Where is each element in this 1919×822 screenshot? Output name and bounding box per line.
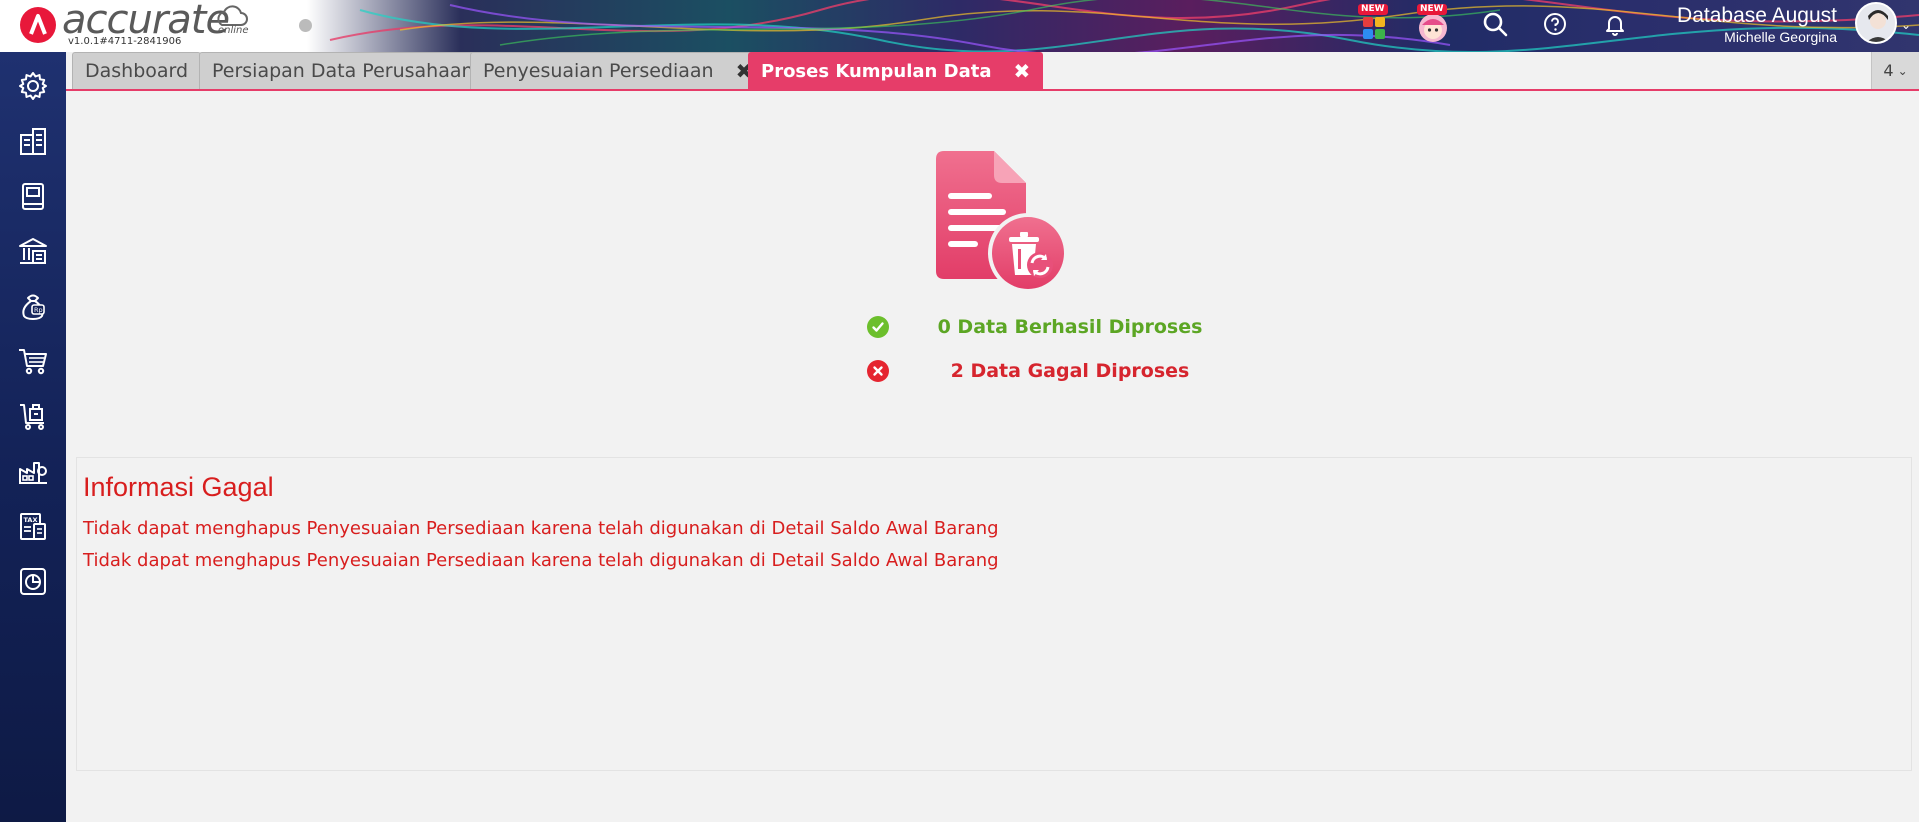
assistant-button[interactable]: NEW [1413,4,1453,44]
brand-logo[interactable]: accurate online v1.0.1#4711-2841906 [18,0,258,49]
tab-proses-kumpulan-data[interactable]: Proses Kumpulan Data ✖ [748,52,1044,89]
tab-persiapan-data-perusahaan[interactable]: Persiapan Data Perusahaan [199,52,487,89]
svg-text:Rp: Rp [34,306,43,314]
sidebar-item-sales[interactable] [13,341,53,381]
success-count-text: 0 Data Berhasil Diproses [937,316,1203,338]
sidebar-item-ledger[interactable] [13,176,53,216]
process-result-panel: 0 Data Berhasil Diproses 2 Data Gagal Di… [66,93,1919,822]
help-icon [1544,13,1566,35]
sidebar-item-company[interactable] [13,121,53,161]
check-circle-icon [867,316,889,338]
sidebar-item-manufacturing[interactable] [13,451,53,491]
sidebar-item-inventory[interactable] [13,396,53,436]
tab-label: Dashboard [85,60,189,82]
failure-info-title: Informasi Gagal [83,472,274,502]
sidebar-item-cash[interactable]: Rp [13,286,53,326]
failure-info-box: Informasi Gagal Tidak dapat menghapus Pe… [76,457,1912,771]
assistant-avatar-icon [1419,14,1447,42]
bell-icon [1606,16,1624,36]
new-badge: NEW [1417,4,1447,15]
success-result-row: 0 Data Berhasil Diproses [801,313,1251,341]
gear-icon [19,72,47,100]
cart-icon [19,349,47,375]
company-icon [20,128,46,155]
connection-status-dot [299,19,312,32]
sidebar: Rp TAX [0,52,66,822]
document-delete-icon [936,151,1068,293]
tab-dashboard[interactable]: Dashboard [72,52,202,89]
tab-label: Proses Kumpulan Data [761,60,992,82]
tab-bar: Dashboard Persiapan Data Perusahaan Peny… [66,52,1919,91]
search-button[interactable] [1475,4,1515,44]
apps-grid-icon [1363,17,1385,39]
failure-message: Tidak dapat menghapus Penyesuaian Persed… [83,518,999,539]
brand-mark-icon [20,7,56,43]
chevron-down-icon: ⌄ [1897,63,1908,78]
sidebar-item-settings[interactable] [13,66,53,106]
database-name[interactable]: Database August [1677,4,1837,28]
notification-button[interactable] [1595,4,1635,44]
tab-count-dropdown[interactable]: 4 ⌄ [1871,52,1919,89]
sidebar-item-tax[interactable]: TAX [13,506,53,546]
cloud-icon [217,5,248,26]
svg-text:TAX: TAX [24,516,38,524]
apps-grid-button[interactable]: NEW [1354,4,1394,44]
report-icon [20,568,46,595]
brand-sub: online [218,25,249,36]
tab-count: 4 [1883,61,1894,80]
new-badge: NEW [1358,4,1388,15]
bank-icon [19,238,47,264]
tab-penyesuaian-persediaan[interactable]: Penyesuaian Persediaan ✖ [470,52,766,89]
factory-icon [19,462,47,484]
close-icon[interactable]: ✖ [1013,59,1030,83]
error-circle-icon [867,360,889,382]
failed-count-text: 2 Data Gagal Diproses [950,360,1190,382]
trolley-icon [20,404,44,430]
money-bag-icon: Rp [22,294,45,321]
failure-message: Tidak dapat menghapus Penyesuaian Persed… [83,550,999,571]
tax-icon: TAX [20,513,46,540]
search-icon [1483,12,1508,37]
help-button[interactable] [1535,4,1575,44]
app-version: v1.0.1#4711-2841906 [68,36,182,47]
tab-label: Penyesuaian Persediaan [483,60,714,82]
app-header: accurate online v1.0.1#4711-2841906 NEW … [0,0,1919,52]
user-name: Michelle Georgina [1724,29,1837,45]
sidebar-item-reports[interactable] [13,561,53,601]
chevron-down-icon[interactable]: ⌄ [1901,18,1911,32]
user-avatar[interactable] [1855,2,1897,44]
tab-label: Persiapan Data Perusahaan [212,60,474,82]
ledger-icon [22,183,44,210]
sidebar-item-bank[interactable] [13,231,53,271]
failed-result-row: 2 Data Gagal Diproses [801,357,1251,385]
